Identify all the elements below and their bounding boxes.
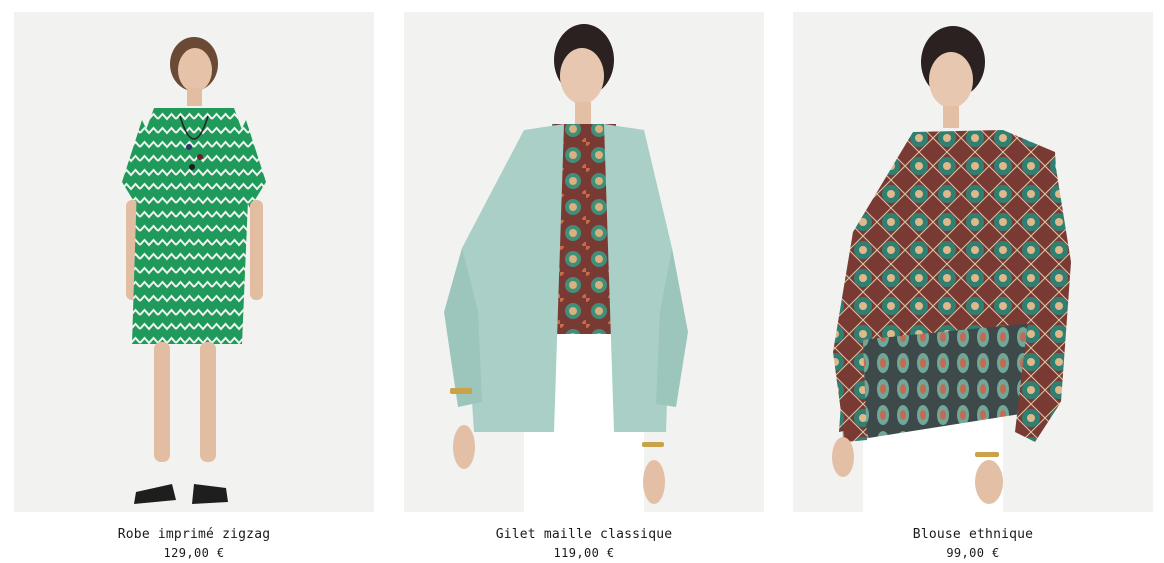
product-price: 129,00 € (163, 546, 225, 560)
product-card: Robe imprimé zigzag 129,00 € (14, 12, 374, 561)
dress-photo (14, 12, 374, 512)
product-name[interactable]: Blouse ethnique (793, 527, 1153, 543)
product-grid: Robe imprimé zigzag 129,00 € Gilet maill… (0, 0, 1164, 563)
product-card: Gilet maille classique 119,00 € (404, 12, 764, 561)
product-price: 119,00 € (553, 546, 615, 560)
product-price: 99,00 € (946, 546, 1000, 560)
product-image[interactable] (793, 12, 1153, 512)
blouse-photo (793, 12, 1153, 512)
product-name[interactable]: Robe imprimé zigzag (14, 527, 374, 543)
product-card: Blouse ethnique 99,00 € (793, 12, 1153, 561)
product-name[interactable]: Gilet maille classique (404, 527, 764, 543)
cardigan-photo (404, 12, 764, 512)
product-image[interactable] (14, 12, 374, 512)
product-image[interactable] (404, 12, 764, 512)
